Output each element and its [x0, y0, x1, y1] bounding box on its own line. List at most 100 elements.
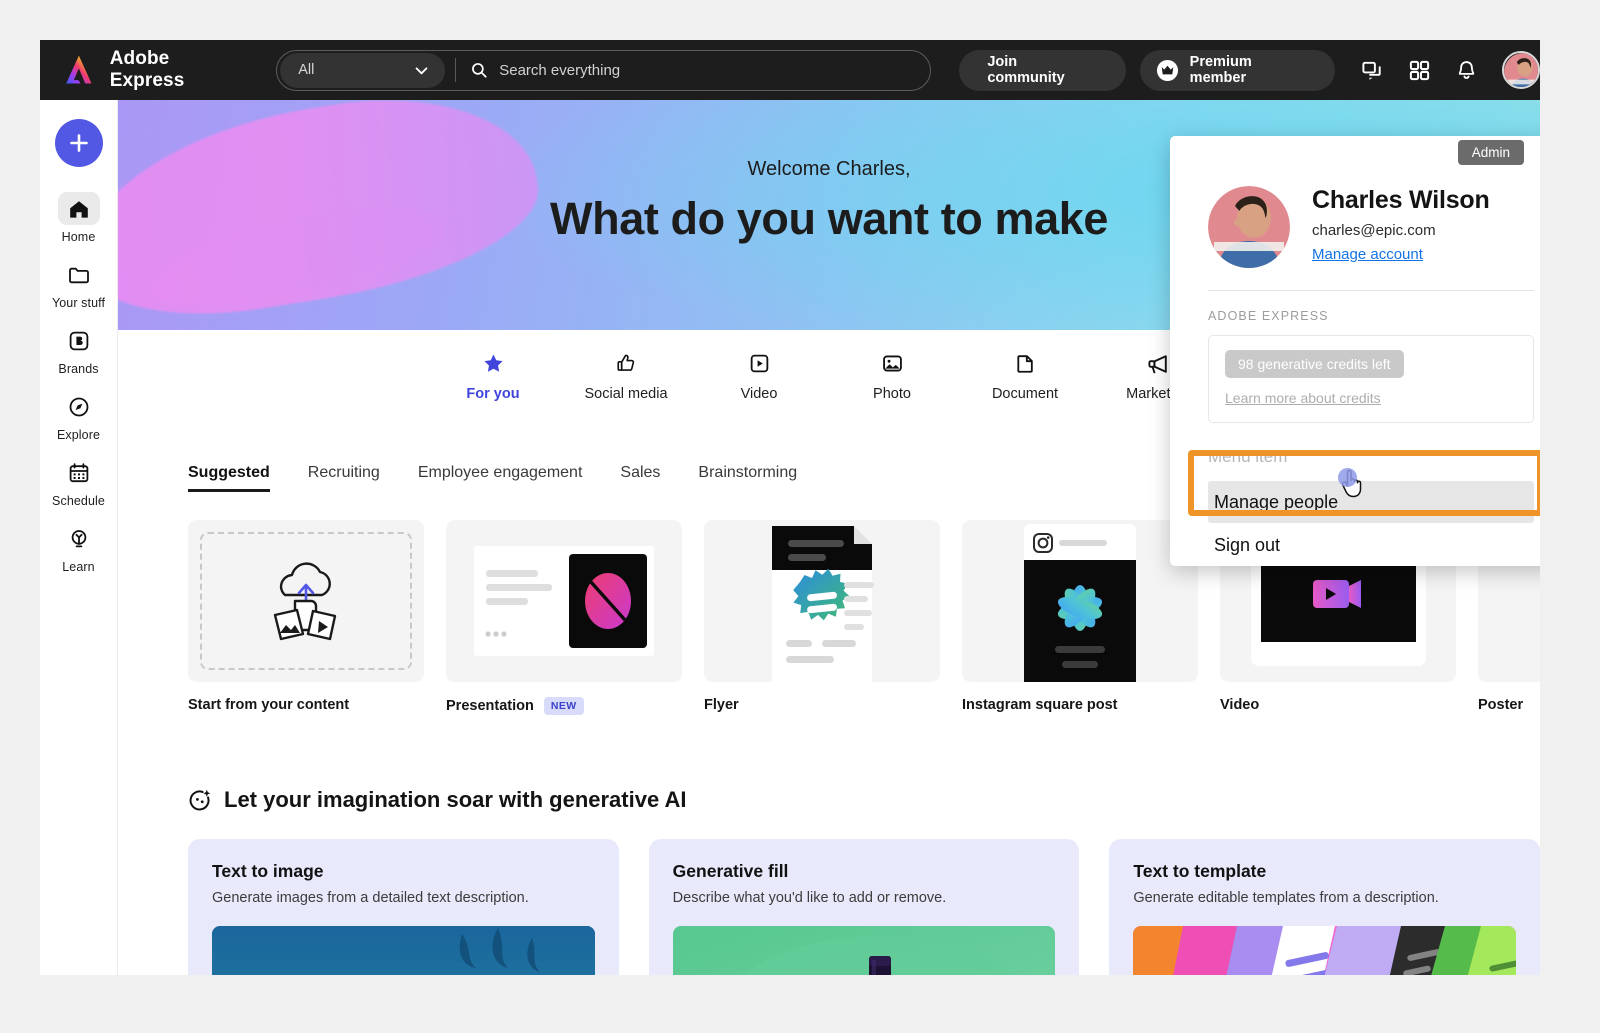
- sidebar-item-label: Brands: [58, 362, 99, 376]
- home-icon: [69, 200, 88, 218]
- coral-reef-seahorse-image: [212, 926, 595, 975]
- generative-ai-title: Let your imagination soar with generativ…: [224, 787, 687, 812]
- brand-area[interactable]: Adobe Express: [40, 48, 248, 92]
- top-icon-group: [1361, 59, 1478, 82]
- left-sidebar: Home Your stuff Brands Explore Schedule …: [40, 100, 118, 975]
- subtab-brainstorming[interactable]: Brainstorming: [698, 464, 797, 492]
- template-caption: Video: [1220, 697, 1456, 713]
- generative-card-text-to-template[interactable]: Text to template Generate editable templ…: [1109, 839, 1540, 975]
- generative-card-title: Generative fill: [672, 861, 789, 881]
- account-details: Charles Wilson charles@epic.com Manage a…: [1312, 186, 1490, 264]
- tab-video[interactable]: Video: [718, 351, 800, 402]
- thumbs-up-icon-box: [615, 351, 638, 377]
- tab-label: Photo: [873, 385, 911, 402]
- star-icon: [483, 354, 503, 372]
- tab-document[interactable]: Document: [984, 351, 1066, 402]
- sidebar-item-label: Learn: [62, 560, 95, 574]
- sign-out-menu-item[interactable]: Sign out: [1208, 535, 1534, 556]
- folder-iconbox: [58, 258, 100, 291]
- credits-pill: 98 generative credits left: [1225, 350, 1404, 378]
- apps-grid-icon[interactable]: [1408, 59, 1431, 82]
- generative-card-image: [1133, 926, 1517, 975]
- generative-ai-heading-row: Let your imagination soar with generativ…: [188, 787, 1540, 813]
- search-input-placeholder[interactable]: Search everything: [499, 62, 620, 79]
- menu-section-label: Menu item: [1208, 447, 1288, 466]
- generative-card-generative-fill[interactable]: Generative fill Describe what you'd like…: [648, 839, 1080, 975]
- premium-member-button[interactable]: Premium member: [1139, 49, 1335, 91]
- compass-icon: [69, 397, 88, 416]
- template-caption: Instagram square post: [962, 697, 1198, 713]
- template-name: Start from your content: [188, 697, 350, 713]
- crown-check-badge-icon: [1156, 59, 1178, 81]
- template-card[interactable]: Instagram square post: [962, 520, 1198, 715]
- subtab-sales[interactable]: Sales: [620, 464, 660, 492]
- manage-people-label: Manage people: [1214, 491, 1339, 512]
- learn-more-about-credits-link[interactable]: Learn more about credits: [1225, 390, 1517, 406]
- template-caption: Flyer: [704, 697, 940, 713]
- sidebar-item-schedule[interactable]: Schedule: [44, 447, 114, 513]
- lightbulb-icon: [71, 529, 86, 547]
- template-caption: Presentation NEW: [446, 697, 682, 715]
- megaphone-icon: [1148, 354, 1167, 373]
- search-filter-dropdown[interactable]: All: [280, 52, 446, 88]
- account-email: charles@epic.com: [1312, 222, 1436, 239]
- join-community-button[interactable]: Join community: [959, 49, 1126, 91]
- template-name: Poster: [1478, 697, 1524, 713]
- tab-for-you[interactable]: For you: [452, 351, 534, 402]
- brands-iconbox: [58, 324, 100, 357]
- template-card[interactable]: Presentation NEW: [446, 520, 682, 715]
- sidebar-item-brands[interactable]: Brands: [44, 315, 114, 381]
- account-header: Charles Wilson charles@epic.com Manage a…: [1208, 166, 1534, 268]
- sidebar-item-learn[interactable]: Learn: [44, 513, 114, 579]
- create-new-button[interactable]: [54, 119, 103, 167]
- template-thumbnail: [704, 520, 940, 682]
- sidebar-item-explore[interactable]: Explore: [44, 381, 114, 447]
- image-icon: [882, 355, 902, 372]
- generative-card-title: Text to image: [212, 861, 324, 881]
- template-name: Flyer: [704, 697, 739, 713]
- search-icon: [472, 63, 487, 78]
- sparkle-wand-icon: [189, 789, 211, 811]
- home-iconbox: [57, 192, 100, 225]
- sidebar-item-your-stuff[interactable]: Your stuff: [44, 249, 114, 315]
- generative-card-description: Generate images from a detailed text des…: [212, 890, 529, 906]
- subtab-employee-engagement[interactable]: Employee engagement: [418, 464, 583, 492]
- tab-photo[interactable]: Photo: [851, 351, 933, 402]
- avatar[interactable]: [1502, 51, 1540, 89]
- upload-content-illustration: [273, 562, 337, 640]
- sidebar-item-home[interactable]: Home: [44, 183, 114, 249]
- new-badge: NEW: [543, 697, 584, 715]
- feedback-icon[interactable]: [1361, 59, 1384, 82]
- calendar-icon: [69, 462, 88, 482]
- search-bar[interactable]: All Search everything: [276, 49, 932, 91]
- upload-dropzone: [200, 532, 412, 670]
- template-caption: Start from your content: [188, 697, 424, 713]
- generative-card-text-to-image[interactable]: Text to image Generate images from a det…: [188, 839, 619, 975]
- learn-iconbox: [58, 522, 100, 555]
- top-navigation-bar: Adobe Express All Search everything Join…: [40, 40, 1540, 100]
- sidebar-item-label: Explore: [56, 428, 101, 442]
- tab-social-media[interactable]: Social media: [584, 351, 668, 402]
- lipstick-on-green-image: [672, 926, 1056, 975]
- thumbs-up-icon: [616, 354, 634, 371]
- search-divider: [455, 58, 457, 82]
- template-thumbnail: [446, 520, 682, 682]
- photo-icon-box: [881, 351, 904, 377]
- template-card[interactable]: Start from your content: [188, 520, 424, 715]
- presentation-thumb: [474, 546, 654, 656]
- template-thumbnail: [962, 520, 1198, 682]
- join-community-label: Join community: [987, 54, 1065, 86]
- template-card[interactable]: Flyer: [704, 520, 940, 715]
- bell-icon[interactable]: [1455, 59, 1478, 82]
- generative-card-description: Describe what you'd like to add or remov…: [672, 890, 947, 906]
- brand-b-icon: [69, 331, 88, 350]
- sidebar-item-label: Your stuff: [51, 296, 106, 310]
- document-icon: [1016, 355, 1033, 373]
- sign-out-label: Sign out: [1214, 535, 1281, 555]
- subtab-recruiting[interactable]: Recruiting: [308, 464, 380, 492]
- cursor-click-halo: [1338, 468, 1357, 487]
- tab-label: Social media: [584, 385, 668, 402]
- manage-account-link[interactable]: Manage account: [1312, 246, 1423, 263]
- generative-ai-card-row: Text to image Generate images from a det…: [188, 839, 1540, 975]
- subtab-suggested[interactable]: Suggested: [188, 464, 270, 492]
